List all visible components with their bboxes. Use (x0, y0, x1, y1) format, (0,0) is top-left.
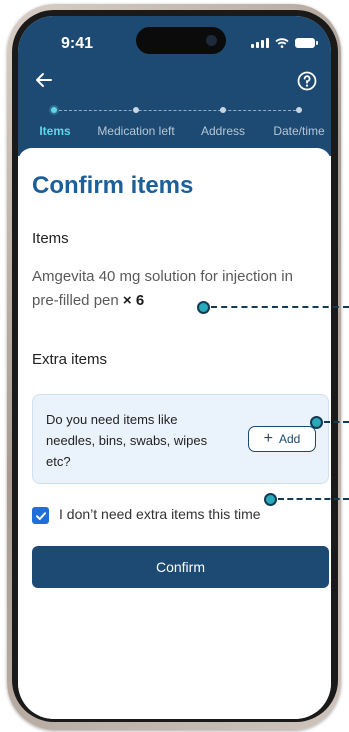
step-items[interactable]: Items (39, 124, 70, 138)
step-dot-address (220, 107, 226, 113)
header: 9:41 Items Medication left Address Date/… (18, 16, 331, 156)
annotation-line-checkbox (278, 498, 349, 500)
annotation-line-item (211, 306, 349, 308)
annotation-line-add (324, 421, 349, 423)
stepper-track (54, 110, 301, 112)
step-dot-items (51, 107, 57, 113)
step-date-time[interactable]: Date/time (273, 124, 324, 138)
extra-items-prompt: Do you need items like needles, bins, sw… (46, 412, 208, 469)
add-extra-items-button[interactable]: + Add (248, 426, 316, 452)
confirm-button[interactable]: Confirm (32, 546, 329, 588)
app-screen: 9:41 Items Medication left Address Date/… (18, 16, 331, 719)
status-time: 9:41 (61, 35, 94, 52)
item-name: Amgevita 40 mg solution for injection in… (32, 268, 293, 309)
add-button-label: Add (278, 432, 301, 446)
annotation-marker-checkbox (264, 493, 277, 506)
page-title: Confirm items (32, 172, 194, 199)
extra-items-heading: Extra items (32, 351, 108, 368)
status-icons (251, 38, 318, 48)
main-content: Confirm items Items Amgevita 40 mg solut… (18, 148, 331, 719)
plus-icon: + (263, 430, 273, 447)
annotation-marker-add (310, 416, 323, 429)
question-circle-icon[interactable] (297, 71, 317, 91)
step-dot-medication-left (133, 107, 139, 113)
item-quantity: × 6 (122, 292, 145, 309)
dynamic-island (136, 27, 226, 54)
no-extra-items-checkbox[interactable] (32, 507, 49, 524)
wifi-icon (275, 38, 289, 48)
camera-icon (206, 35, 217, 46)
step-address[interactable]: Address (201, 124, 245, 138)
items-heading: Items (32, 230, 69, 247)
arrow-left-icon[interactable] (34, 70, 54, 90)
battery-icon (295, 38, 318, 48)
no-extra-items-label[interactable]: I don’t need extra items this time (59, 506, 261, 522)
checkmark-icon (35, 511, 46, 520)
signal-icon (251, 38, 269, 48)
step-medication-left[interactable]: Medication left (97, 124, 174, 138)
extra-items-card: Do you need items like needles, bins, sw… (32, 394, 329, 484)
annotation-marker-item (197, 301, 210, 314)
step-dot-date-time (296, 107, 302, 113)
